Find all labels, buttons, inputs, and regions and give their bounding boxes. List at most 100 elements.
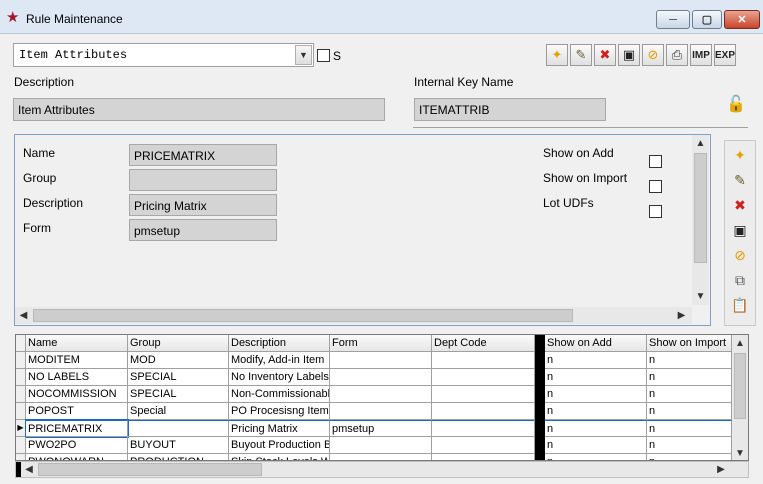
description-field[interactable]: Item Attributes (13, 98, 385, 121)
cell-description[interactable]: PO Procesisng Item (229, 403, 330, 420)
cell-form[interactable] (330, 454, 432, 460)
cell-name[interactable]: PWONOWARN (26, 454, 128, 460)
save-button[interactable]: ▣ (618, 44, 640, 66)
cell-dept-code[interactable] (432, 369, 535, 386)
scroll-right-icon[interactable]: ▶ (673, 307, 690, 324)
cell-group[interactable]: SPECIAL (128, 369, 229, 386)
cell-show-on-import[interactable]: n (647, 403, 732, 420)
row-selector[interactable] (16, 403, 26, 420)
side-cancel-button[interactable]: ⊘ (729, 245, 751, 267)
cell-show-on-import[interactable]: n (647, 437, 732, 454)
maximize-button[interactable]: ▢ (692, 10, 722, 29)
name-field[interactable]: PRICEMATRIX (129, 144, 277, 166)
cell-form[interactable]: pmsetup (330, 420, 432, 437)
cell-show-on-add[interactable]: n (545, 454, 647, 460)
scroll-thumb-horizontal[interactable] (33, 309, 573, 322)
table-row[interactable]: MODITEM MOD Modify, Add-in Item n n (16, 352, 732, 369)
cell-show-on-import[interactable]: n (647, 352, 732, 369)
form-field[interactable]: pmsetup (129, 219, 277, 241)
cell-description[interactable]: Non-Commissionable (229, 386, 330, 403)
cell-dept-code[interactable] (432, 437, 535, 454)
cell-dept-code[interactable] (432, 386, 535, 403)
cell-show-on-import[interactable]: n (647, 454, 732, 460)
print-button[interactable]: ⎙ (666, 44, 688, 66)
cell-form[interactable] (330, 369, 432, 386)
grid-scroll-thumb[interactable] (734, 353, 746, 419)
cell-show-on-add[interactable]: n (545, 437, 647, 454)
edit-button[interactable]: ✎ (570, 44, 592, 66)
cell-dept-code[interactable] (432, 454, 535, 460)
detail-vertical-scrollbar[interactable]: ▲ ▼ (692, 135, 709, 305)
side-paste-button[interactable]: 📋 (729, 295, 751, 317)
cell-show-on-import[interactable]: n (647, 369, 732, 386)
detail-description-field[interactable]: Pricing Matrix (129, 194, 277, 216)
scroll-right-icon[interactable]: ▶ (714, 462, 728, 477)
table-row[interactable]: PWO2PO BUYOUT Buyout Production B nn (16, 437, 732, 454)
table-row[interactable]: ▶ PRICEMATRIX Pricing Matrix pmsetup n n (16, 419, 732, 438)
cell-show-on-add[interactable]: n (545, 386, 647, 403)
new-button[interactable]: ✦ (546, 44, 568, 66)
cell-dept-code[interactable] (432, 352, 535, 369)
grid-vertical-scrollbar[interactable]: ▲ ▼ (732, 335, 748, 460)
grid-horizontal-scrollbar[interactable]: ◀ ▶ (15, 461, 749, 478)
scroll-down-icon[interactable]: ▼ (732, 445, 748, 460)
cell-group[interactable]: MOD (128, 352, 229, 369)
column-header-show-on-add[interactable]: Show on Add (545, 335, 647, 352)
cell-name[interactable]: NOCOMMISSION (26, 386, 128, 403)
side-edit-button[interactable]: ✎ (729, 170, 751, 192)
cell-name[interactable]: POPOST (26, 403, 128, 420)
cell-description[interactable]: Pricing Matrix (229, 420, 330, 437)
cell-description[interactable]: No Inventory Labels (229, 369, 330, 386)
cell-form[interactable] (330, 386, 432, 403)
column-header-name[interactable]: Name (26, 335, 128, 352)
row-selector[interactable] (16, 454, 26, 460)
row-selector[interactable] (16, 437, 26, 454)
side-delete-button[interactable]: ✖ (729, 195, 751, 217)
unlock-icon[interactable]: 🔓 (726, 94, 746, 114)
scroll-down-icon[interactable]: ▼ (692, 288, 709, 305)
minimize-button[interactable]: ─ (656, 10, 690, 29)
export-button[interactable]: EXP (714, 44, 736, 66)
close-button[interactable]: ✕ (724, 10, 760, 29)
cell-dept-code[interactable] (432, 420, 535, 437)
scroll-left-icon[interactable]: ◀ (15, 307, 32, 324)
cell-show-on-import[interactable]: n (647, 386, 732, 403)
cell-form[interactable] (330, 403, 432, 420)
side-new-button[interactable]: ✦ (729, 145, 751, 167)
column-header-group[interactable]: Group (128, 335, 229, 352)
cell-show-on-add[interactable]: n (545, 403, 647, 420)
cell-group[interactable]: BUYOUT (128, 437, 229, 454)
grid-scroll-thumb-horizontal[interactable] (38, 463, 262, 476)
cell-group[interactable]: Special (128, 403, 229, 420)
row-selector[interactable] (16, 369, 26, 386)
cell-group[interactable] (128, 420, 229, 437)
side-save-button[interactable]: ▣ (729, 220, 751, 242)
delete-button[interactable]: ✖ (594, 44, 616, 66)
show-on-import-checkbox[interactable] (649, 180, 662, 193)
scroll-thumb[interactable] (694, 153, 707, 263)
cell-form[interactable] (330, 437, 432, 454)
side-copy-button[interactable]: ⧉ (729, 270, 751, 292)
cell-name[interactable]: MODITEM (26, 352, 128, 369)
import-button[interactable]: IMP (690, 44, 712, 66)
table-row[interactable]: NO LABELS SPECIAL No Inventory Labels n n (16, 369, 732, 386)
group-field[interactable] (129, 169, 277, 191)
column-header-show-on-import[interactable]: Show on Import (647, 335, 732, 352)
cell-group[interactable]: PRODUCTION (128, 454, 229, 460)
show-on-add-checkbox[interactable] (649, 155, 662, 168)
cell-show-on-add[interactable]: n (545, 420, 647, 437)
cell-name[interactable]: PWO2PO (26, 437, 128, 454)
scroll-up-icon[interactable]: ▲ (692, 135, 709, 152)
cancel-button[interactable]: ⊘ (642, 44, 664, 66)
cell-show-on-import[interactable]: n (647, 420, 732, 437)
cell-dept-code[interactable] (432, 403, 535, 420)
cell-form[interactable] (330, 352, 432, 369)
row-selector[interactable] (16, 386, 26, 403)
cell-group[interactable]: SPECIAL (128, 386, 229, 403)
cell-show-on-add[interactable]: n (545, 352, 647, 369)
cell-show-on-add[interactable]: n (545, 369, 647, 386)
scroll-up-icon[interactable]: ▲ (732, 335, 748, 352)
row-selector[interactable]: ▶ (16, 420, 26, 437)
s-checkbox[interactable] (317, 49, 330, 62)
detail-horizontal-scrollbar[interactable]: ◀ ▶ (15, 307, 692, 324)
